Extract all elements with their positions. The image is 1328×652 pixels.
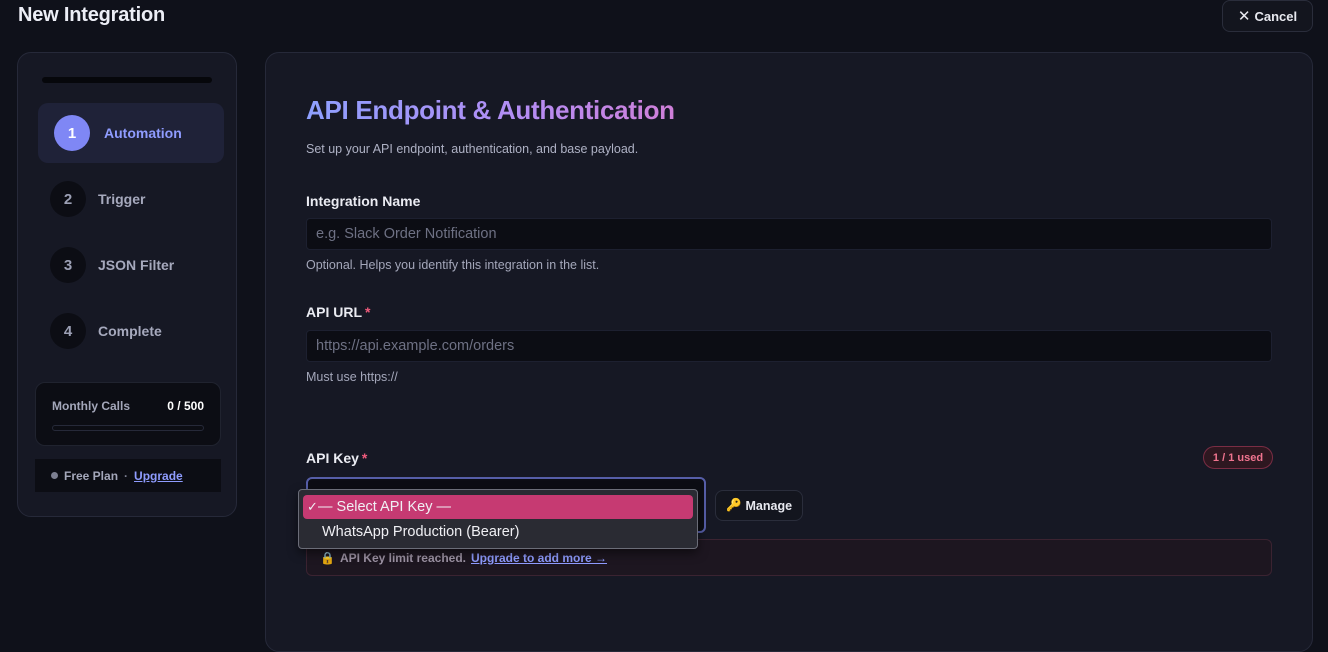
check-icon: ✓ (307, 499, 318, 514)
wizard-sidebar: 1 Automation 2 Trigger 3 JSON Filter 4 C… (17, 52, 237, 517)
step-number: 4 (50, 313, 86, 349)
dropdown-option-select-api-key[interactable]: ✓ — Select API Key — (303, 495, 693, 519)
step-label: Trigger (98, 191, 146, 207)
integration-name-input[interactable] (306, 218, 1272, 250)
step-number: 2 (50, 181, 86, 217)
api-key-label-text: API Key (306, 450, 359, 466)
required-mark: * (361, 450, 368, 466)
step-trigger[interactable]: 2 Trigger (38, 169, 224, 229)
api-key-label: API Key * (306, 450, 367, 466)
api-url-input[interactable] (306, 330, 1272, 362)
step-label: Complete (98, 323, 162, 339)
plan-separator: · (124, 468, 129, 483)
step-label: JSON Filter (98, 257, 175, 273)
api-url-label-text: API URL (306, 304, 362, 320)
page-title: New Integration (18, 4, 166, 26)
manage-keys-button[interactable]: 🔑 Manage (715, 490, 803, 521)
close-icon: ✕ (1237, 7, 1251, 25)
dropdown-option-whatsapp-production[interactable]: WhatsApp Production (Bearer) (303, 520, 693, 544)
manage-label: Manage (745, 498, 793, 513)
option-label: — Select API Key — (318, 499, 451, 515)
plan-row: Free Plan · Upgrade (35, 459, 221, 492)
integration-name-hint: Optional. Helps you identify this integr… (306, 258, 600, 272)
step-number: 1 (54, 115, 90, 151)
top-bar: New Integration ✕ Cancel (0, 0, 1328, 32)
step-complete[interactable]: 4 Complete (38, 301, 224, 361)
plan-name: Free Plan (64, 468, 119, 483)
cancel-label: Cancel (1254, 8, 1298, 24)
lock-icon: 🔒 (320, 550, 335, 565)
limit-text: API Key limit reached. (339, 550, 466, 565)
api-url-hint: Must use https:// (306, 370, 398, 384)
upgrade-to-add-more-link[interactable]: Upgrade to add more → (471, 551, 607, 565)
api-url-label: API URL * (306, 304, 370, 320)
upgrade-link[interactable]: Upgrade (134, 469, 183, 483)
step-number: 3 (50, 247, 86, 283)
monthly-calls-usage: Monthly Calls 0 / 500 (35, 382, 221, 446)
cancel-button[interactable]: ✕ Cancel (1222, 0, 1313, 32)
integration-name-label: Integration Name (306, 193, 421, 209)
wizard-progress-track (42, 77, 212, 83)
step-automation[interactable]: 1 Automation (38, 103, 224, 163)
usage-count: 0 / 500 (167, 399, 204, 413)
api-key-usage-badge: 1 / 1 used (1203, 446, 1273, 469)
section-subtitle: Set up your API endpoint, authentication… (306, 142, 639, 156)
key-icon: 🔑 (725, 498, 742, 512)
step-label: Automation (104, 125, 182, 141)
main-panel: API Endpoint & Authentication Set up you… (265, 52, 1313, 652)
api-key-dropdown-list: ✓ — Select API Key — WhatsApp Production… (298, 489, 698, 549)
usage-progress-bar (52, 425, 204, 431)
usage-label: Monthly Calls (52, 399, 131, 413)
option-label: WhatsApp Production (Bearer) (322, 524, 520, 540)
section-title: API Endpoint & Authentication (306, 95, 675, 125)
required-mark: * (365, 304, 371, 320)
plan-dot-icon (51, 472, 58, 479)
step-json-filter[interactable]: 3 JSON Filter (38, 235, 224, 295)
